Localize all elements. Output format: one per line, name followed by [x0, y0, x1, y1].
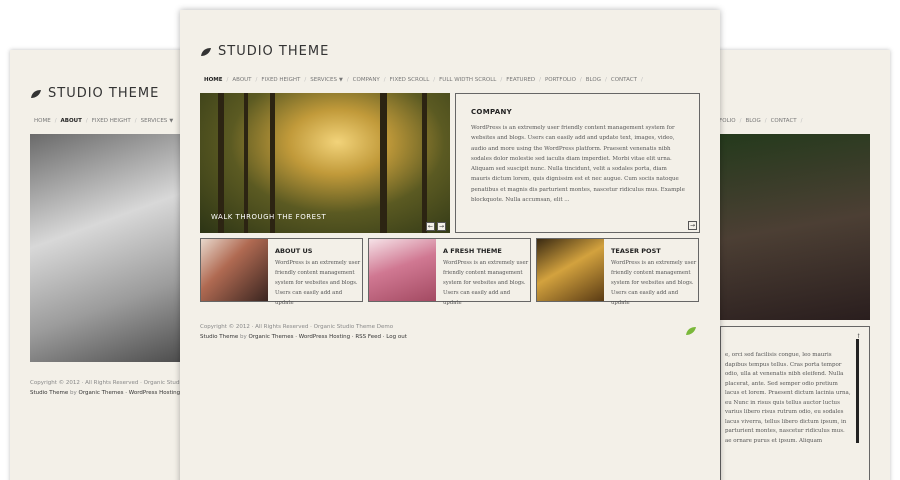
- nav-item-contact[interactable]: CONTACT: [607, 77, 641, 83]
- leaf-icon: [31, 89, 41, 98]
- nav-item-fixed-height[interactable]: FIXED HEIGHT: [257, 77, 304, 83]
- nav-item-about[interactable]: ABOUT: [57, 118, 86, 124]
- teaser-text: WordPress is an extremely user friendly …: [611, 260, 697, 306]
- nav-item-home[interactable]: HOME: [30, 118, 55, 124]
- nav-item-featured[interactable]: FEATURED: [502, 77, 539, 83]
- leaf-icon: [201, 47, 211, 56]
- teaser-thumbnail[interactable]: [369, 239, 436, 301]
- tree-trunk: [380, 93, 387, 233]
- left-footer: Copyright © 2012 · All Rights Reserved ·…: [30, 378, 193, 398]
- nav-item-about[interactable]: ABOUT: [228, 77, 255, 83]
- copyright-text: Copyright © 2012 · All Rights Reserved ·…: [200, 324, 394, 330]
- logo-text: STUDIO THEME: [48, 86, 160, 101]
- nav-item-services[interactable]: SERVICES ▼: [137, 118, 178, 124]
- nav-item-home[interactable]: HOME: [200, 77, 227, 83]
- teaser-text: WordPress is an extremely user friendly …: [443, 260, 529, 306]
- company-text: WordPress is an extremely user friendly …: [471, 125, 685, 204]
- nav-item-fixed-height[interactable]: FIXED HEIGHT: [88, 118, 135, 124]
- logo-text: STUDIO THEME: [218, 44, 330, 59]
- teaser-text: WordPress is an extremely user friendly …: [275, 260, 361, 306]
- scroll-text: e, orci sed facilisis congue, leo mauris…: [725, 352, 851, 444]
- nav-item-blog[interactable]: BLOG: [582, 77, 605, 83]
- nav-item-services[interactable]: SERVICES ▼: [306, 77, 347, 83]
- chevron-down-icon: ▼: [169, 118, 174, 124]
- tree-trunk: [270, 93, 275, 233]
- footer-links[interactable]: · WordPress Hosting · RSS Feed · Log out: [293, 334, 407, 340]
- featured-slider[interactable]: WALK THROUGH THE FOREST ← →: [200, 93, 450, 233]
- teaser-thumbnail[interactable]: [201, 239, 268, 301]
- footer-theme-link[interactable]: Studio Theme: [30, 390, 68, 396]
- company-title[interactable]: COMPANY: [471, 108, 512, 116]
- teaser-post[interactable]: TEASER POST WordPress is an extremely us…: [536, 238, 699, 306]
- main-nav: HOME / ABOUT / FIXED HEIGHT / SERVICES ▼ / CO…: [200, 77, 643, 83]
- company-box: COMPANY WordPress is an extremely user f…: [455, 93, 700, 233]
- chevron-down-icon: ▼: [338, 77, 343, 83]
- nav-item-portfolio[interactable]: PORTFOLIO: [541, 77, 580, 83]
- portfolio-photo: [720, 134, 870, 320]
- tree-trunk: [422, 93, 427, 233]
- tree-trunk: [244, 93, 248, 233]
- teaser-title[interactable]: A FRESH THEME: [443, 247, 502, 255]
- nav-item-blog[interactable]: BLOG: [741, 118, 764, 124]
- teaser-fresh-theme[interactable]: A FRESH THEME WordPress is an extremely …: [368, 238, 531, 306]
- copyright-text: Copyright © 2012 · All Rights Reserved ·…: [30, 380, 193, 386]
- nav-item-full-width-scroll[interactable]: FULL WIDTH SCROLL: [435, 77, 500, 83]
- nav-item-contact[interactable]: CONTACT: [767, 118, 801, 124]
- main-logo[interactable]: STUDIO THEME: [200, 44, 329, 59]
- arrow-left-icon[interactable]: ←: [426, 222, 435, 231]
- footer-by: by: [238, 334, 249, 340]
- left-nav: HOME / ABOUT / FIXED HEIGHT / SERVICES ▼: [30, 118, 177, 124]
- green-leaf-icon: [686, 327, 696, 335]
- footer-org-link[interactable]: Organic Themes: [79, 390, 124, 396]
- scrollbar[interactable]: [856, 339, 859, 443]
- arrow-right-icon[interactable]: →: [437, 222, 446, 231]
- main-page: STUDIO THEME HOME / ABOUT / FIXED HEIGHT / …: [180, 10, 720, 480]
- nav-item-fixed-scroll[interactable]: FIXED SCROLL: [386, 77, 434, 83]
- nav-item-company[interactable]: COMPANY: [349, 77, 384, 83]
- slide-caption[interactable]: WALK THROUGH THE FOREST: [211, 213, 326, 221]
- left-logo[interactable]: STUDIO THEME: [30, 86, 159, 101]
- about-photo: [30, 134, 190, 362]
- teaser-thumbnail[interactable]: [537, 239, 604, 301]
- scroll-content-box[interactable]: e, orci sed facilisis congue, leo mauris…: [720, 326, 870, 480]
- tree-trunk: [218, 93, 224, 233]
- footer-theme-link[interactable]: Studio Theme: [200, 334, 238, 340]
- footer-by: by: [68, 390, 79, 396]
- teaser-title[interactable]: TEASER POST: [611, 247, 661, 255]
- main-footer: Copyright © 2012 · All Rights Reserved ·…: [200, 322, 407, 342]
- teaser-about-us[interactable]: ABOUT US WordPress is an extremely user …: [200, 238, 363, 306]
- teaser-title[interactable]: ABOUT US: [275, 247, 312, 255]
- slider-arrows: ← →: [426, 222, 446, 231]
- arrow-right-icon[interactable]: →: [688, 221, 697, 230]
- footer-org-link[interactable]: Organic Themes: [249, 334, 294, 340]
